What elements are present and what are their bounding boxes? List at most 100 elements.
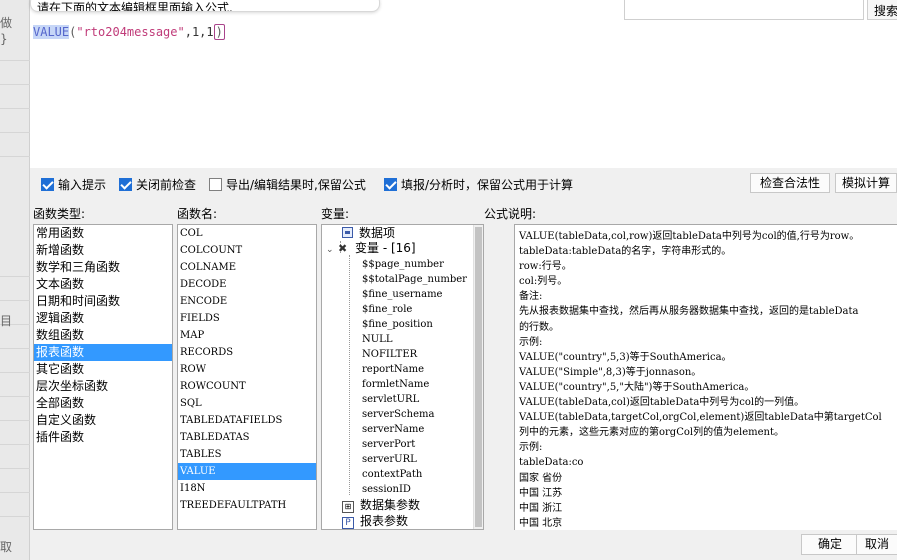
description-line: 国家 省份 <box>519 472 563 484</box>
fill-keep-formula-checkbox[interactable]: 填报/分析时，保留公式用于计算 <box>384 176 573 192</box>
chevron-down-icon[interactable]: ⌄ <box>326 243 338 258</box>
tree-node-variable[interactable]: serverURL <box>362 452 417 467</box>
simulate-calc-button[interactable]: 模拟计算 <box>835 173 897 193</box>
checkbox-checked-icon <box>384 177 397 191</box>
tree-node-data-items[interactable]: 数据项 <box>342 226 395 241</box>
fn-type-list[interactable]: 常用函数 新增函数 数学和三角函数 文本函数 日期和时间函数 逻辑函数 数组函数 报表函数 其它… <box>33 224 173 530</box>
bg-text: 目 <box>0 314 13 328</box>
editor-tip: 请在下面的文本编辑框里面输入公式. <box>30 0 380 12</box>
tree-node-variable[interactable]: serverPort <box>362 437 415 452</box>
fill-keep-formula-label: 填报/分析时，保留公式用于计算 <box>401 177 574 192</box>
tree-node-variable[interactable]: contextPath <box>362 467 422 482</box>
fn-name-item[interactable]: SQL <box>178 395 316 412</box>
variables-scrollbar[interactable] <box>473 225 483 529</box>
cancel-button[interactable]: 取消 <box>856 534 897 555</box>
check-validity-button[interactable]: 检查合法性 <box>750 173 830 193</box>
variables-tree[interactable]: 数据项 ⌄ ✖ 变量 - [16] $$page_number $$totalPage… <box>321 224 484 530</box>
search-button[interactable]: 搜索 <box>867 0 897 20</box>
data-items-icon <box>342 227 353 238</box>
tree-node-dataset-params[interactable]: ⊞ 数据集参数 <box>342 498 420 513</box>
fn-type-item[interactable]: 插件函数 <box>34 429 172 446</box>
export-keep-formula-checkbox[interactable]: 导出/编辑结果时,保留公式 <box>209 176 366 192</box>
tree-node-variable[interactable]: formletName <box>362 377 429 392</box>
desc-label: 公式说明: <box>484 207 537 221</box>
description-line: 先从报表数据集中查找，然后再从服务器数据集中查找，返回的是tableData <box>519 306 859 318</box>
ok-button[interactable]: 确定 <box>801 534 859 555</box>
check-before-close-checkbox[interactable]: 关闭前检查 <box>119 176 196 192</box>
fn-name-item[interactable]: COLCOUNT <box>178 242 316 259</box>
description-line: 列中的元素，这些元素对应的第orgCol列的值为element。 <box>519 427 784 439</box>
fn-name-list[interactable]: COL COLCOUNT COLNAME DECODE ENCODE FIELDS MAP R… <box>177 224 317 530</box>
scrollbar-thumb[interactable] <box>475 227 482 527</box>
fn-name-item[interactable]: TABLEDATAS <box>178 429 316 446</box>
fn-type-item[interactable]: 报表函数 <box>34 344 172 361</box>
fn-type-item[interactable]: 新增函数 <box>34 242 172 259</box>
description-line: VALUE(tableData,col)返回tableData中列号为col的一… <box>519 397 805 409</box>
fn-name-label: 函数名: <box>177 207 218 221</box>
tree-node-variable[interactable]: NOFILTER <box>362 347 417 362</box>
input-hint-label: 输入提示 <box>58 177 107 192</box>
fn-type-item[interactable]: 其它函数 <box>34 361 172 378</box>
fn-name-item[interactable]: COL <box>178 225 316 242</box>
tree-node-variable[interactable]: servletURL <box>362 392 419 407</box>
tree-node-variable[interactable]: serverSchema <box>362 407 434 422</box>
fn-name-item[interactable]: ENCODE <box>178 293 316 310</box>
formula-string-arg: "rto204message" <box>76 25 185 39</box>
formula-text[interactable]: VALUE("rto204message",1,1) <box>33 24 225 40</box>
fn-name-item[interactable]: ROWCOUNT <box>178 378 316 395</box>
fn-name-item[interactable]: COLNAME <box>178 259 316 276</box>
fn-name-item[interactable]: TREEDEFAULTPATH <box>178 497 316 514</box>
description-line: VALUE("country",5,3)等于SouthAmerica。 <box>519 351 732 363</box>
search-input[interactable] <box>624 0 864 20</box>
export-keep-formula-label: 导出/编辑结果时,保留公式 <box>226 177 366 192</box>
fn-name-item[interactable]: DECODE <box>178 276 316 293</box>
fn-type-item[interactable]: 文本函数 <box>34 276 172 293</box>
description-line: 中国 北京 <box>519 517 563 529</box>
tree-node-variable[interactable]: sessionID <box>362 482 411 497</box>
fn-type-item[interactable]: 常用函数 <box>34 225 172 242</box>
description-line: row:行号。 <box>519 261 572 273</box>
tree-node-label: 数据项 <box>359 226 396 240</box>
tree-node-variable[interactable]: $fine_role <box>362 302 412 317</box>
checkbox-unchecked-icon <box>209 177 222 191</box>
description-line: tableData:co <box>519 457 584 469</box>
description-line: col:列号。 <box>519 276 568 288</box>
tree-node-variable[interactable]: $$totalPage_number <box>362 272 467 287</box>
fn-type-item[interactable]: 自定义函数 <box>34 412 172 429</box>
fn-name-item[interactable]: VALUE <box>178 463 316 480</box>
tree-node-label: 报表参数 <box>360 514 409 528</box>
tree-node-label: 数据集参数 <box>360 498 421 512</box>
input-hint-checkbox[interactable]: 输入提示 <box>41 176 106 192</box>
fn-name-item[interactable]: I18N <box>178 480 316 497</box>
fn-name-item[interactable]: FIELDS <box>178 310 316 327</box>
description-line: 备注: <box>519 291 543 303</box>
description-line: tableData:tableData的名字，字符串形式的。 <box>519 246 732 258</box>
fn-type-item[interactable]: 数学和三角函数 <box>34 259 172 276</box>
tree-node-variable[interactable]: $fine_position <box>362 317 433 332</box>
tree-node-var-group[interactable]: ⌄ ✖ 变量 - [16] <box>326 241 416 256</box>
description-line: 示例: <box>519 442 543 454</box>
fn-type-item[interactable]: 日期和时间函数 <box>34 293 172 310</box>
formula-close-paren: ) <box>213 24 225 40</box>
tree-node-report-params[interactable]: P 报表参数 <box>342 514 408 529</box>
description-line: VALUE(tableData,col,row)返回tableData中列号为c… <box>519 231 860 242</box>
formula-dialog: 请在下面的文本编辑框里面输入公式. 搜索 VALUE("rto204messag… <box>30 0 897 560</box>
fn-type-item[interactable]: 逻辑函数 <box>34 310 172 327</box>
tree-node-variable[interactable]: $fine_username <box>362 287 442 302</box>
tree-node-variable[interactable]: NULL <box>362 332 392 347</box>
description-line: 中国 浙江 <box>519 502 563 514</box>
fn-type-item[interactable]: 层次坐标函数 <box>34 378 172 395</box>
fn-type-item[interactable]: 全部函数 <box>34 395 172 412</box>
tree-node-variable[interactable]: reportName <box>362 362 424 377</box>
fn-name-item[interactable]: ROW <box>178 361 316 378</box>
fn-name-item[interactable]: RECORDS <box>178 344 316 361</box>
fn-name-item[interactable]: TABLES <box>178 446 316 463</box>
formula-editor[interactable]: 请在下面的文本编辑框里面输入公式. 搜索 VALUE("rto204messag… <box>30 0 897 168</box>
tree-node-variable[interactable]: serverName <box>362 422 424 437</box>
tree-node-label: 变量 - [16] <box>355 241 416 255</box>
tree-node-variable[interactable]: $$page_number <box>362 257 444 272</box>
fn-type-label: 函数类型: <box>33 207 86 221</box>
fn-name-item[interactable]: TABLEDATAFIELDS <box>178 412 316 429</box>
fn-name-item[interactable]: MAP <box>178 327 316 344</box>
fn-type-item[interactable]: 数组函数 <box>34 327 172 344</box>
